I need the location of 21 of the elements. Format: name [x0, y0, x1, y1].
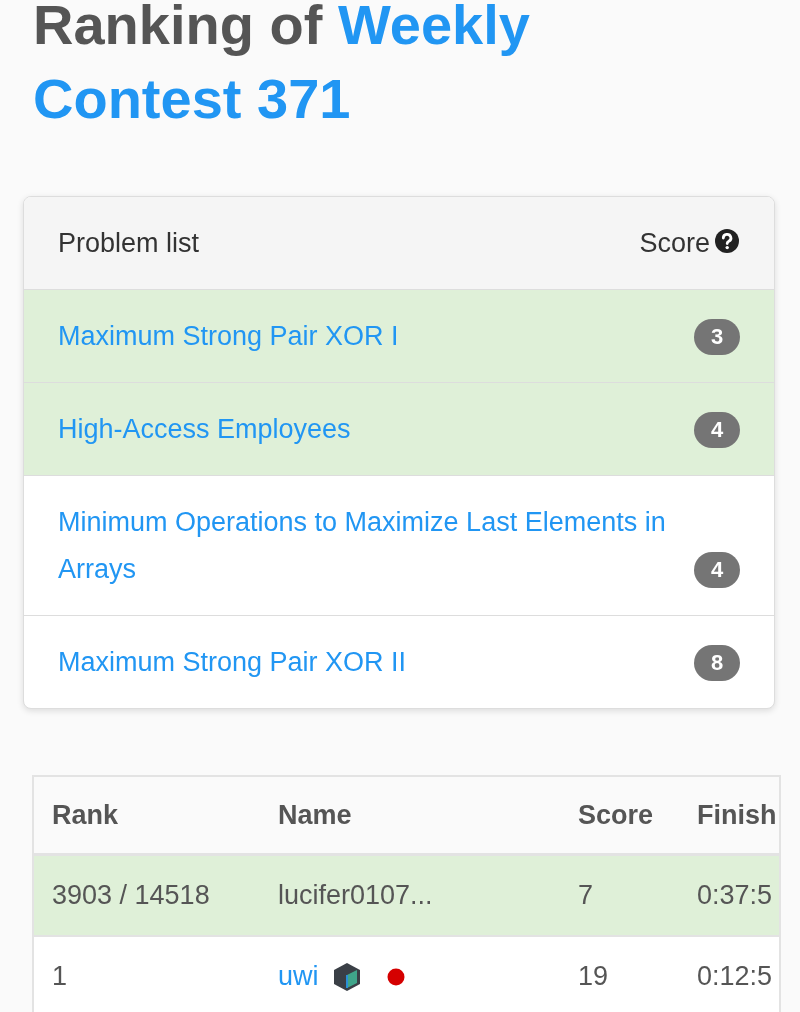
score-badge: 4 [694, 412, 740, 448]
score-badge: 3 [694, 319, 740, 355]
problem-link[interactable]: Maximum Strong Pair XOR I [58, 313, 399, 360]
problem-link[interactable]: Minimum Operations to Maximize Last Elements in Arrays [58, 499, 674, 593]
cube-avatar-icon [332, 961, 361, 992]
table-cell: 19 [560, 936, 679, 1012]
problem-link[interactable]: Maximum Strong Pair XOR II [58, 639, 407, 686]
score-label: Score [639, 227, 710, 259]
score-badge: 8 [694, 645, 740, 681]
card-title: Problem list [58, 227, 200, 259]
problem-link[interactable]: High-Access Employees [58, 406, 351, 453]
table-cell: 0:37:5 [679, 854, 779, 936]
table-cell: 0:12:5 [679, 936, 779, 1012]
help-icon[interactable] [714, 227, 740, 254]
table-cell: 1 [34, 936, 260, 1012]
table-cell: 3903 / 14518 [34, 854, 260, 936]
table-cell: lucifer0107... [260, 854, 560, 936]
user-link[interactable]: uwi [278, 961, 319, 992]
page-title: Ranking of Weekly Contest 371 [33, 0, 531, 132]
score-badge: 4 [694, 552, 740, 588]
table-cell: 7 [560, 854, 679, 936]
